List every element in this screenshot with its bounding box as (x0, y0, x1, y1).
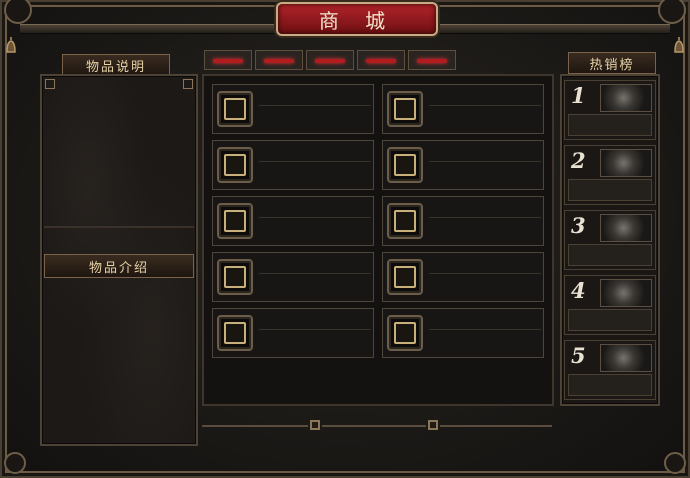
tab-indicator (264, 59, 294, 63)
item-icon-slot[interactable] (387, 147, 423, 183)
item-icon-slot[interactable] (217, 259, 253, 295)
shop-item-slot[interactable] (212, 196, 374, 246)
shop-tab-4[interactable] (357, 50, 405, 70)
window-title: 商 城 (276, 2, 438, 36)
shop-tab-5[interactable] (408, 50, 456, 70)
corner-pin (183, 79, 193, 89)
item-icon-slot[interactable] (387, 203, 423, 239)
item-icon-slot[interactable] (217, 91, 253, 127)
bell-icon (6, 37, 16, 53)
shop-item-slot[interactable] (382, 84, 544, 134)
shop-item-slot[interactable] (382, 252, 544, 302)
item-intro-label: 物品介绍 (44, 254, 194, 278)
bottom-divider (322, 425, 426, 427)
tab-indicator (213, 59, 243, 63)
shop-tab-1[interactable] (204, 50, 252, 70)
rank-item-info (568, 114, 652, 136)
tab-indicator (366, 59, 396, 63)
item-icon-slot[interactable] (217, 315, 253, 351)
item-icon-slot[interactable] (387, 91, 423, 127)
rank-item-info (568, 179, 652, 201)
shop-item-slot[interactable] (212, 308, 374, 358)
hot-item-rank-5[interactable]: 5 (564, 340, 656, 400)
bell-icon (674, 37, 684, 53)
item-icon-slot[interactable] (217, 147, 253, 183)
rank-number: 5 (571, 343, 586, 368)
hot-item-rank-3[interactable]: 3 (564, 210, 656, 270)
shop-item-slot[interactable] (382, 308, 544, 358)
shop-item-slot[interactable] (212, 84, 374, 134)
shop-window: 商 城 物品说明 物品介绍 热销榜 1 2 3 4 5 (0, 0, 690, 478)
item-preview-image (600, 149, 652, 177)
item-preview-image (600, 344, 652, 372)
corner-ornament-br (664, 452, 686, 474)
item-grid (202, 74, 554, 406)
corner-ornament-bl (4, 452, 26, 474)
shop-item-slot[interactable] (212, 140, 374, 190)
shop-tab-2[interactable] (255, 50, 303, 70)
hot-item-rank-4[interactable]: 4 (564, 275, 656, 335)
hot-item-rank-1[interactable]: 1 (564, 80, 656, 140)
corner-ornament-tr (658, 0, 686, 24)
knot-ornament-icon (310, 420, 320, 430)
item-icon-slot[interactable] (387, 259, 423, 295)
rank-number: 1 (571, 83, 586, 108)
item-icon-slot[interactable] (387, 315, 423, 351)
tab-indicator (315, 59, 345, 63)
corner-ornament-tl (4, 0, 32, 24)
bottom-divider (202, 425, 308, 427)
rank-number: 2 (571, 148, 586, 173)
knot-ornament-icon (428, 420, 438, 430)
hot-sellers-header: 热销榜 (568, 52, 656, 74)
rank-item-info (568, 309, 652, 331)
hot-item-rank-2[interactable]: 2 (564, 145, 656, 205)
item-icon-slot[interactable] (217, 203, 253, 239)
shop-tab-3[interactable] (306, 50, 354, 70)
tab-indicator (417, 59, 447, 63)
shop-item-slot[interactable] (382, 140, 544, 190)
corner-pin (45, 79, 55, 89)
shop-item-slot[interactable] (212, 252, 374, 302)
rank-number: 4 (571, 278, 586, 303)
item-preview-image (600, 84, 652, 112)
shop-item-slot[interactable] (382, 196, 544, 246)
item-preview-image (600, 214, 652, 242)
panel-divider (44, 226, 194, 228)
item-description-header: 物品说明 (62, 54, 170, 76)
rank-item-info (568, 374, 652, 396)
rank-number: 3 (571, 213, 586, 238)
item-preview-image (600, 279, 652, 307)
rank-item-info (568, 244, 652, 266)
bottom-divider (440, 425, 552, 427)
